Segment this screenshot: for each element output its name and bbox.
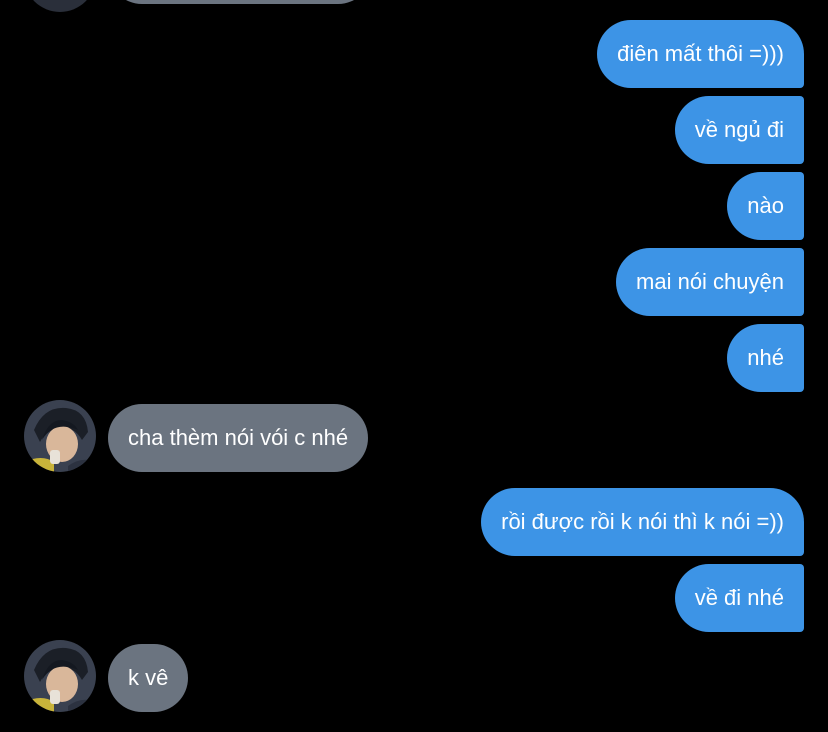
avatar[interactable] [24,400,96,472]
message-bubble-incoming[interactable]: k vê [108,644,189,712]
message-bubble-outgoing[interactable]: mai nói chuyện [616,248,804,316]
avatar-photo [24,640,96,712]
message-bubble-outgoing[interactable]: rồi được rồi k nói thì k nói =)) [481,488,804,556]
message-bubble-outgoing[interactable]: nhé [727,324,804,392]
message-bubble-incoming[interactable] [108,0,372,4]
avatar-photo [24,400,96,472]
message-bubble-outgoing[interactable]: điên mất thôi =))) [597,20,804,88]
avatar[interactable] [24,640,96,712]
message-bubble-outgoing[interactable]: về đi nhé [674,564,804,632]
message-bubble-outgoing[interactable]: về ngủ đi [674,96,804,164]
avatar[interactable] [24,0,96,12]
message-bubble-outgoing[interactable]: nào [727,172,804,240]
message-bubble-incoming[interactable]: cha thèm nói vói c nhé [108,404,369,472]
